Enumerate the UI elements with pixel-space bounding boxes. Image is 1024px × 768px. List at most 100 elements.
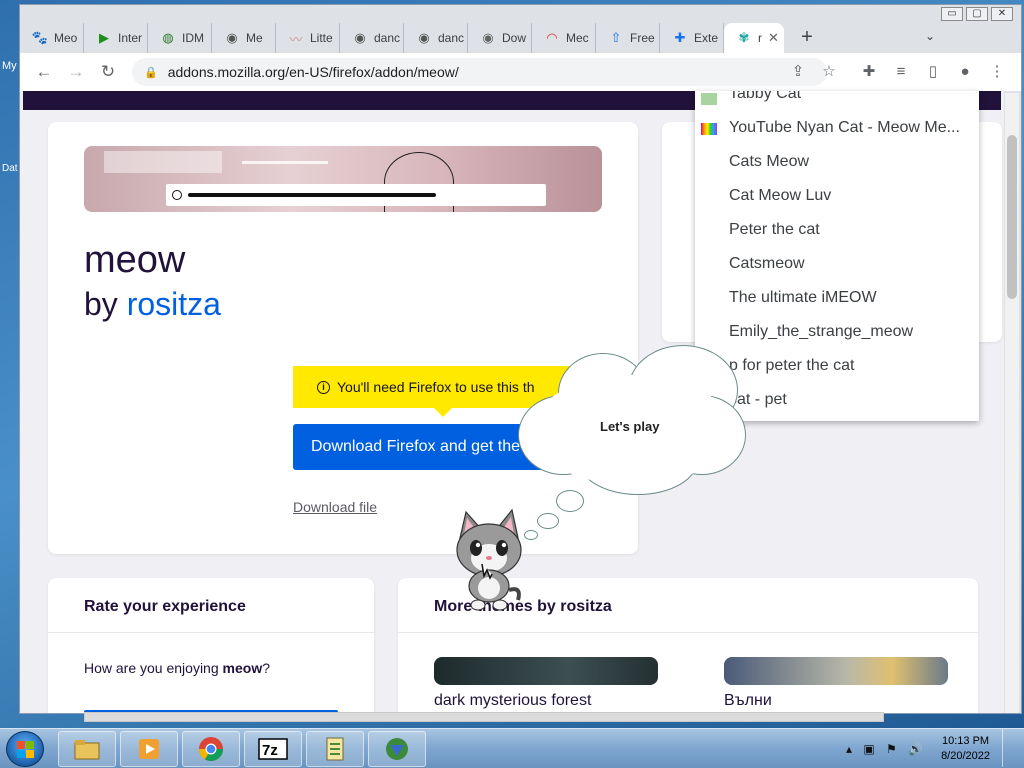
- theme-thumbnail[interactable]: [724, 657, 948, 685]
- nyan-cat-icon: [701, 123, 717, 135]
- puzzle-icon: ✚: [674, 30, 686, 45]
- cloud-puff: [556, 490, 584, 512]
- notice-text: You'll need Firefox to use this th: [337, 379, 535, 395]
- theme-name[interactable]: Вълни: [724, 692, 772, 710]
- tab[interactable]: ✚ Exte: [660, 23, 724, 53]
- theme-preview-line: [242, 161, 328, 164]
- addon-title: meow: [84, 239, 186, 281]
- tab[interactable]: 〰 Litte: [276, 23, 340, 53]
- desktop-label[interactable]: Dat: [2, 163, 18, 174]
- download-file-link[interactable]: Download file: [293, 499, 377, 515]
- horizontal-scrollbar[interactable]: [84, 712, 884, 722]
- side-panel-icon[interactable]: ▯: [919, 57, 947, 85]
- theme-name[interactable]: dark mysterious forest: [434, 692, 591, 710]
- dropdown-item[interactable]: Emily_the_strange_meow: [729, 323, 913, 341]
- profile-icon[interactable]: ●: [951, 57, 979, 85]
- desktop-label[interactable]: My: [2, 60, 17, 72]
- dropdown-item[interactable]: Tabby Cat: [729, 91, 801, 103]
- addon-icon: ✾: [738, 30, 750, 45]
- idm-icon: [386, 738, 408, 760]
- 7zip-taskbar-button[interactable]: 7z: [244, 731, 302, 767]
- clock[interactable]: 10:13 PM 8/20/2022: [941, 734, 990, 764]
- idm-taskbar-button[interactable]: [368, 731, 426, 767]
- tab-active[interactable]: ✾ r ✕: [724, 23, 784, 53]
- rate-title: Rate your experience: [84, 598, 246, 615]
- clock-date: 8/20/2022: [941, 750, 990, 762]
- globe-icon: ◉: [418, 30, 430, 45]
- globe-icon: ◉: [482, 30, 494, 45]
- tab[interactable]: ◍ IDM: [148, 23, 212, 53]
- share-icon[interactable]: ⇪: [784, 57, 812, 85]
- tab-label: danc: [374, 31, 401, 45]
- dropdown-item[interactable]: YouTube Nyan Cat - Meow Me...: [729, 119, 960, 137]
- start-button[interactable]: [6, 731, 44, 767]
- menu-icon[interactable]: ⋮: [983, 57, 1011, 85]
- cloud-puff: [524, 530, 538, 540]
- theme-preview-image: [84, 146, 602, 212]
- tab-label: Litte: [310, 31, 333, 45]
- svg-text:7z: 7z: [262, 742, 278, 759]
- reload-button[interactable]: ↻: [92, 56, 124, 88]
- tab[interactable]: ▶ Inter: [84, 23, 148, 53]
- close-window-button[interactable]: ✕: [991, 7, 1013, 21]
- tray-icons[interactable]: ▴ ▣ ⚑ 🔊: [846, 742, 927, 756]
- tab-label: Free: [630, 31, 655, 45]
- dropdown-item[interactable]: Catsmeow: [729, 255, 805, 273]
- divider: [48, 632, 374, 633]
- address-bar[interactable]: 🔒 addons.mozilla.org/en-US/firefox/addon…: [132, 58, 827, 86]
- dropdown-item[interactable]: p for peter the cat: [729, 357, 854, 375]
- window-controls: ▭ ▢ ✕: [941, 7, 1013, 21]
- tab[interactable]: ◠ Mec: [532, 23, 596, 53]
- chrome-taskbar-button[interactable]: [182, 731, 240, 767]
- close-tab-icon[interactable]: ✕: [768, 30, 779, 46]
- minimize-button[interactable]: ▭: [941, 7, 963, 21]
- tab-label: IDM: [182, 31, 204, 45]
- upload-icon: ⇧: [610, 30, 622, 45]
- dropdown-item[interactable]: Peter the cat: [729, 221, 820, 239]
- rate-question-text: How are you enjoying: [84, 660, 223, 676]
- rate-question-end: ?: [262, 660, 271, 676]
- theme-thumbnail[interactable]: [434, 657, 658, 685]
- maximize-button[interactable]: ▢: [966, 7, 988, 21]
- bookmark-star-icon[interactable]: ☆: [815, 57, 843, 85]
- forward-button[interactable]: →: [60, 56, 92, 88]
- rainbow-icon: ◠: [546, 30, 558, 45]
- tab-label: Mec: [566, 31, 589, 45]
- scroll-thumb[interactable]: [1007, 135, 1017, 299]
- globe-icon: ◉: [226, 30, 238, 45]
- tab[interactable]: ⇧ Free: [596, 23, 660, 53]
- notepad-icon: [326, 737, 344, 761]
- dropdown-item[interactable]: The ultimate iMEOW: [729, 289, 877, 307]
- tab-label: Exte: [694, 31, 719, 45]
- system-tray: ▴ ▣ ⚑ 🔊 10:13 PM 8/20/2022: [846, 728, 1014, 767]
- dropdown-item[interactable]: Cats Meow: [729, 153, 809, 171]
- tab[interactable]: ◉ Me: [212, 23, 276, 53]
- theme-preview-urlbar: [166, 184, 546, 206]
- image-icon: 〰: [289, 31, 303, 47]
- explorer-taskbar-button[interactable]: [58, 731, 116, 767]
- new-tab-button[interactable]: +: [792, 21, 822, 53]
- notice-arrow: [434, 408, 452, 417]
- tab-label: Dow: [502, 31, 527, 45]
- idm-icon: ◍: [162, 30, 174, 45]
- tab-label: r: [758, 31, 762, 45]
- author-link[interactable]: rositza: [127, 286, 221, 322]
- tab-strip: 🐾 Meo ▶ Inter ◍ IDM ◉ Me 〰 Litte ◉ danc ◉ danc …: [20, 21, 1021, 53]
- tab[interactable]: 🐾 Meo: [20, 23, 84, 53]
- show-desktop-button[interactable]: [1002, 728, 1014, 767]
- tab[interactable]: ◉ danc: [340, 23, 404, 53]
- info-icon: i: [317, 380, 330, 394]
- tabby-cat-icon: [701, 93, 717, 105]
- media-player-taskbar-button[interactable]: [120, 731, 178, 767]
- rate-question-addon: meow: [222, 660, 263, 676]
- dropdown-item[interactable]: Cat Meow Luv: [729, 187, 831, 205]
- cat-mascot-image[interactable]: [454, 508, 524, 612]
- tab[interactable]: ◉ Dow: [468, 23, 532, 53]
- notepad-taskbar-button[interactable]: [306, 731, 364, 767]
- vertical-scrollbar[interactable]: [1005, 93, 1019, 713]
- tab[interactable]: ◉ danc: [404, 23, 468, 53]
- back-button[interactable]: ←: [28, 56, 60, 88]
- chevron-down-icon[interactable]: ⌄: [925, 29, 935, 43]
- media-icon[interactable]: ≡: [887, 57, 915, 85]
- extensions-icon[interactable]: ✚: [855, 57, 883, 85]
